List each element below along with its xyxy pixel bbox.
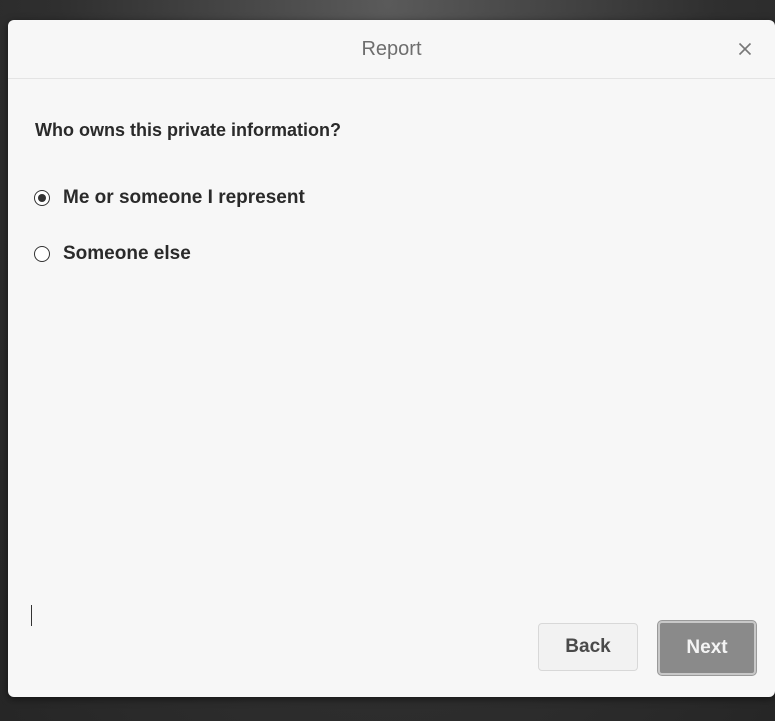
text-cursor <box>31 605 32 626</box>
next-button[interactable]: Next <box>658 621 756 675</box>
back-button[interactable]: Back <box>538 623 638 671</box>
dialog-title: Report <box>361 37 422 60</box>
option-label: Someone else <box>63 243 191 264</box>
option-someone-else[interactable]: Someone else <box>34 243 191 265</box>
radio-button-selected[interactable] <box>34 190 50 206</box>
radio-selected-dot <box>38 194 46 202</box>
question-text: Who owns this private information? <box>35 120 341 140</box>
radio-button[interactable] <box>34 246 50 262</box>
option-me-or-someone-i-represent[interactable]: Me or someone I represent <box>34 187 305 209</box>
option-label: Me or someone I represent <box>63 187 305 208</box>
report-dialog: Report Who owns this private information… <box>8 20 775 697</box>
dialog-header: Report <box>8 20 775 79</box>
close-button[interactable] <box>733 37 757 61</box>
close-icon <box>738 42 752 56</box>
